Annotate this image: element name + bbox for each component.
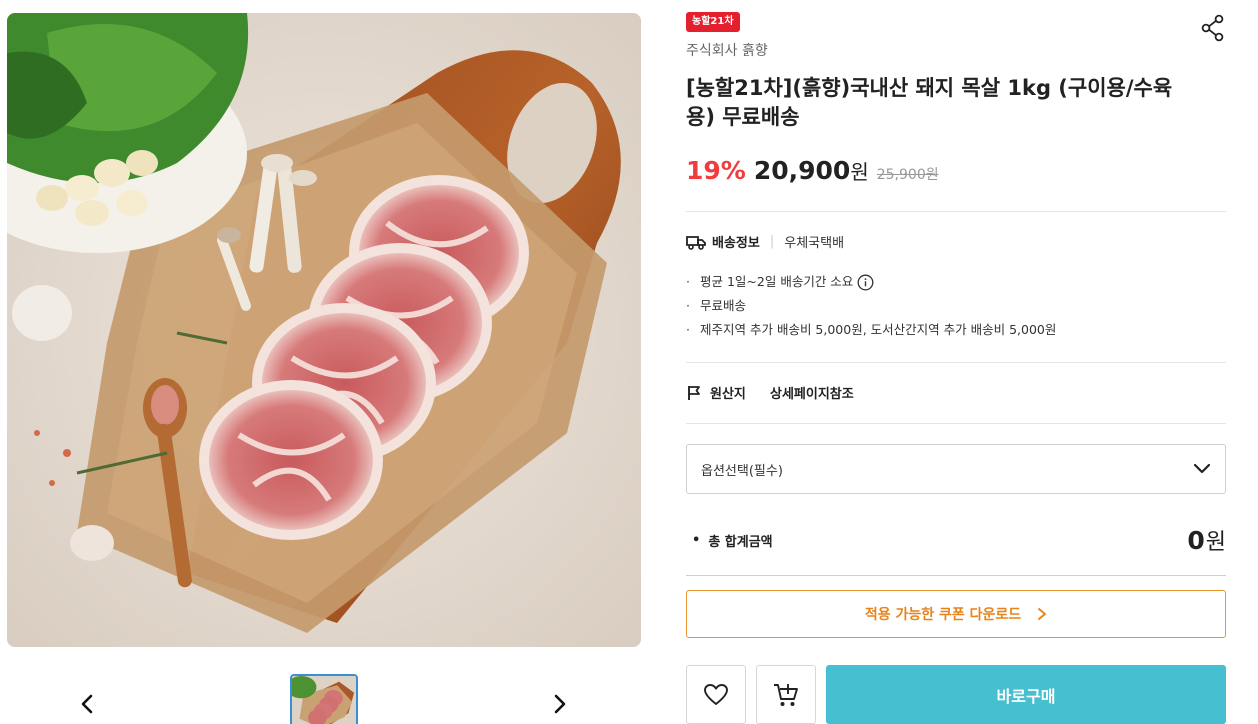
shipping-label: 배송정보 [712, 236, 760, 251]
cart-add-icon [774, 683, 798, 706]
divider [686, 575, 1226, 576]
free-shipping-text: 무료배송 [700, 298, 747, 313]
discount-rate: 19% [686, 156, 746, 185]
price-unit: 원 [850, 160, 869, 184]
shipping-period-text: 평균 1일~2일 배송기간 소요 [700, 274, 854, 289]
total-label: 총 합계금액 [708, 534, 773, 550]
sale-price: 20,900 [753, 156, 851, 185]
origin-label: 원산지 [710, 387, 746, 402]
wishlist-button[interactable] [686, 665, 746, 724]
share-button[interactable] [1200, 14, 1226, 42]
next-image-button[interactable] [545, 690, 573, 718]
truck-icon [686, 235, 706, 250]
flag-icon [688, 385, 700, 400]
origin-row: 원산지 상세페이지참조 [686, 383, 854, 402]
seller-name[interactable]: 주식회사 흙향 [686, 40, 768, 60]
divider [686, 211, 1226, 212]
divider [686, 362, 1226, 363]
shipping-details-list: · 평균 1일~2일 배송기간 소요 · 무료배송 · 제주지역 추가 배송비 … [686, 270, 1056, 342]
list-item: · 무료배송 [686, 294, 1056, 318]
chevron-right-icon [1038, 608, 1047, 620]
add-to-cart-button[interactable] [756, 665, 816, 724]
arrow-left-icon [81, 694, 93, 714]
list-item: · 제주지역 추가 배송비 5,000원, 도서산간지역 추가 배송비 5,00… [686, 318, 1056, 342]
option-placeholder: 옵션선택(필수) [701, 463, 783, 479]
total-value: 0 [1187, 526, 1205, 555]
total-value-wrap: 0 원 [1187, 524, 1226, 556]
extra-fee-text: 제주지역 추가 배송비 5,000원, 도서산간지역 추가 배송비 5,000원 [700, 322, 1057, 337]
divider [686, 423, 1226, 424]
promo-badge: 농할21차 [686, 12, 740, 32]
chevron-down-icon [1193, 463, 1211, 474]
thumbnail-navigation [7, 672, 641, 724]
total-price-row: • 총 합계금액 0 원 [686, 522, 1226, 558]
share-icon [1201, 14, 1224, 42]
product-main-image [7, 13, 641, 647]
product-info-panel: 농할21차 주식회사 흙향 [농할21차](흙향)국내산 돼지 목살 1kg (… [686, 0, 1226, 724]
total-unit: 원 [1205, 530, 1226, 555]
coupon-download-button[interactable]: 적용 가능한 쿠폰 다운로드 [686, 590, 1226, 638]
heart-icon [704, 683, 728, 705]
buy-now-button[interactable]: 바로구매 [826, 665, 1226, 724]
list-item: · 평균 1일~2일 배송기간 소요 [686, 270, 1056, 294]
prev-image-button[interactable] [74, 690, 102, 718]
shipping-info-row: 배송정보 | 우체국택배 [686, 232, 844, 251]
price-row: 19% 20,900 원 25,900원 [686, 156, 939, 185]
separator: | [769, 234, 775, 249]
product-title: [농할21차](흙향)국내산 돼지 목살 1kg (구이용/수육용) 무료배송 [686, 76, 1173, 129]
arrow-right-icon [554, 694, 566, 714]
total-label-wrap: • 총 합계금액 [692, 532, 773, 550]
coupon-label: 적용 가능한 쿠폰 다운로드 [864, 607, 1022, 623]
origin-value: 상세페이지참조 [770, 387, 854, 402]
shipping-method: 우체국택배 [784, 236, 845, 251]
info-icon[interactable] [857, 274, 874, 291]
original-price: 25,900원 [876, 167, 939, 183]
option-select[interactable]: 옵션선택(필수) [686, 444, 1226, 494]
thumbnail-image[interactable] [290, 674, 358, 724]
